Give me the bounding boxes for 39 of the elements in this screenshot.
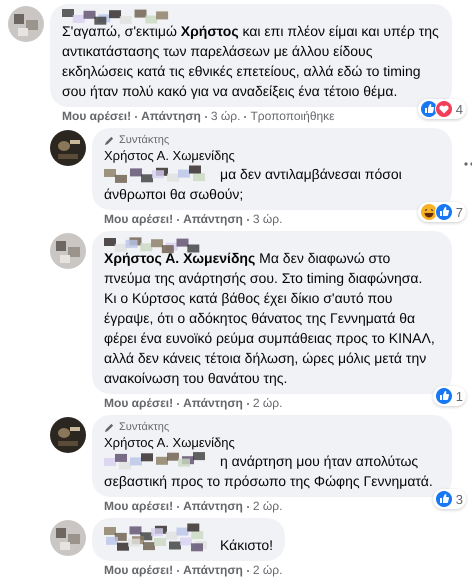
reply-link[interactable]: Απάντηση bbox=[183, 499, 243, 514]
avatar[interactable] bbox=[50, 417, 86, 453]
comment-text: Κι ο Κύρτσος κατά βάθος έχει δίκιο σ'αυτό που έγραψε, ότι ο αδόκητος θάνατος της Γεννηματά θα φέρει ένα ευνοϊκό ρεύμα συμπάθειας προς το ΚΙΝΑΛ, αλλά δεν κάνεις τέτοια δήλωση, ώρες μόλις μετά την ανακοίνωση του θανάτου της. bbox=[104, 290, 435, 386]
like-icon bbox=[434, 490, 453, 508]
comment-text: Κάκιστο! bbox=[220, 536, 274, 555]
reaction-summary[interactable]: 3 bbox=[432, 489, 466, 509]
author-name[interactable]: Χρήστος Α. Χωμενίδης bbox=[104, 435, 440, 451]
like-link[interactable]: Μου αρέσει! bbox=[104, 499, 174, 514]
comment-time[interactable]: 2 ώρ. bbox=[252, 563, 282, 578]
badge-label: Συντάκτης bbox=[119, 133, 170, 147]
like-icon bbox=[434, 387, 453, 405]
pen-icon bbox=[104, 134, 115, 146]
comment-time[interactable]: 2 ώρ. bbox=[252, 499, 282, 514]
reply-link[interactable]: Απάντηση bbox=[141, 109, 201, 124]
like-link[interactable]: Μου αρέσει! bbox=[104, 563, 174, 578]
reaction-summary[interactable]: 7 bbox=[418, 202, 466, 222]
like-icon bbox=[434, 203, 453, 221]
comment-text: η ανάρτηση μου ήταν απολύτως bbox=[220, 452, 418, 471]
reply-link[interactable]: Απάντηση bbox=[183, 212, 243, 227]
comment-text: σεβαστική προς το πρόσωπο της Φώφης Γεννηματά. bbox=[104, 473, 433, 489]
comment-time[interactable]: 2 ώρ. bbox=[252, 396, 282, 411]
comment-time[interactable]: 3 ώρ. bbox=[210, 109, 240, 124]
comment-text: Σ'αγαπώ, σ'εκτιμώ Χρήστος και επι πλέον είμαι και υπέρ της αντικατάστασης των παρελάσεων με άλλου είδους εκδηλώσεις κατά τις εθνικές επετείους, αλλά εδώ το timing σου ήταν πολύ κακό για να αναδείξεις ένα τέτοιο θέμα. bbox=[62, 23, 439, 99]
comment-time[interactable]: 3 ώρ. bbox=[252, 212, 282, 227]
reaction-summary[interactable]: 4 bbox=[418, 99, 466, 119]
author-name[interactable]: Χρήστος Α. Χωμενίδης bbox=[104, 148, 440, 164]
reply-link[interactable]: Απάντηση bbox=[183, 396, 243, 411]
pen-icon bbox=[104, 422, 115, 432]
like-link[interactable]: Μου αρέσει! bbox=[104, 212, 174, 227]
badge-label: Συντάκτης bbox=[119, 420, 170, 434]
comment-text: μα δεν αντιλαμβάνεσαι πόσοι bbox=[220, 165, 402, 184]
reaction-summary[interactable]: 1 bbox=[432, 386, 466, 406]
edited-label: Τροποποιήθηκε bbox=[250, 109, 335, 124]
comment-text: άνθρωποι θα σωθούν; bbox=[104, 186, 244, 202]
avatar[interactable] bbox=[50, 130, 86, 166]
comment-text: Χρήστος Α. Χωμενίδης Μα δεν διαφωνώ στο πνεύμα της ανάρτησής σου. Στο timing διαφώνησα. bbox=[104, 250, 422, 286]
like-link[interactable]: Μου αρέσει! bbox=[62, 109, 132, 124]
like-link[interactable]: Μου αρέσει! bbox=[104, 396, 174, 411]
reply-link[interactable]: Απάντηση bbox=[183, 563, 243, 578]
